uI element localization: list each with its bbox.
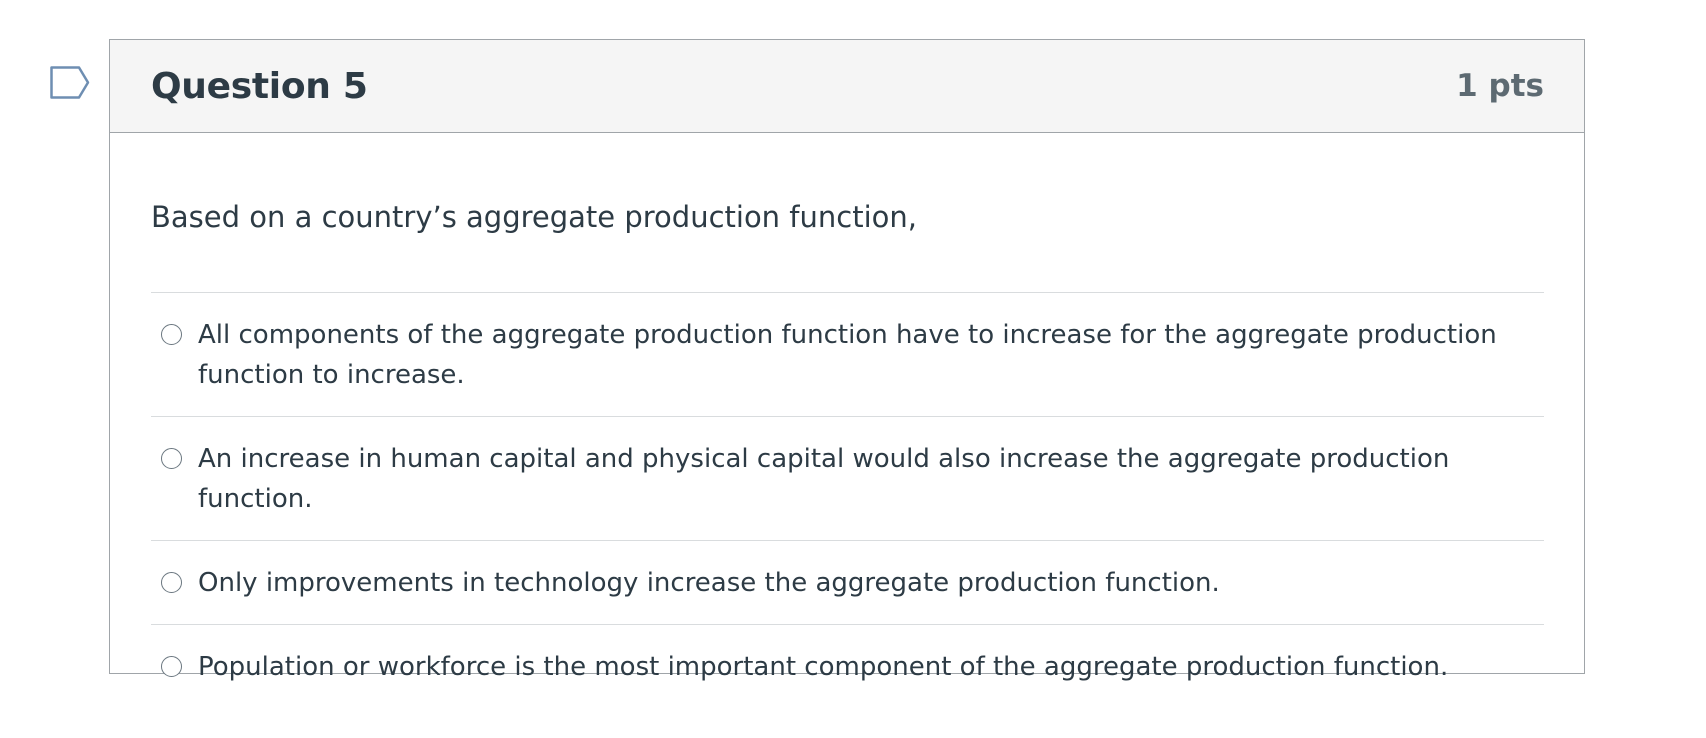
radio-button-icon[interactable] bbox=[161, 656, 182, 677]
answer-option[interactable]: An increase in human capital and physica… bbox=[151, 417, 1544, 541]
answer-option[interactable]: All components of the aggregate producti… bbox=[151, 293, 1544, 417]
answer-label[interactable]: Population or workforce is the most impo… bbox=[198, 647, 1448, 687]
answer-label[interactable]: All components of the aggregate producti… bbox=[198, 315, 1544, 395]
answer-label[interactable]: Only improvements in technology increase… bbox=[198, 563, 1220, 603]
question-body: Based on a country’s aggregate productio… bbox=[110, 133, 1584, 708]
answer-label[interactable]: An increase in human capital and physica… bbox=[198, 439, 1544, 519]
question-points: 1 pts bbox=[1456, 68, 1544, 104]
question-text: Based on a country’s aggregate productio… bbox=[151, 200, 917, 234]
answer-option[interactable]: Population or workforce is the most impo… bbox=[151, 625, 1544, 708]
flag-question-icon[interactable] bbox=[50, 66, 92, 102]
radio-button-icon[interactable] bbox=[161, 324, 182, 345]
answer-list: All components of the aggregate producti… bbox=[151, 292, 1544, 708]
radio-button-icon[interactable] bbox=[161, 448, 182, 469]
question-title: Question 5 bbox=[151, 66, 368, 107]
question-header: Question 5 1 pts bbox=[110, 40, 1584, 133]
answer-option[interactable]: Only improvements in technology increase… bbox=[151, 541, 1544, 625]
question-card: Question 5 1 pts Based on a country’s ag… bbox=[109, 39, 1585, 682]
radio-button-icon[interactable] bbox=[161, 572, 182, 593]
